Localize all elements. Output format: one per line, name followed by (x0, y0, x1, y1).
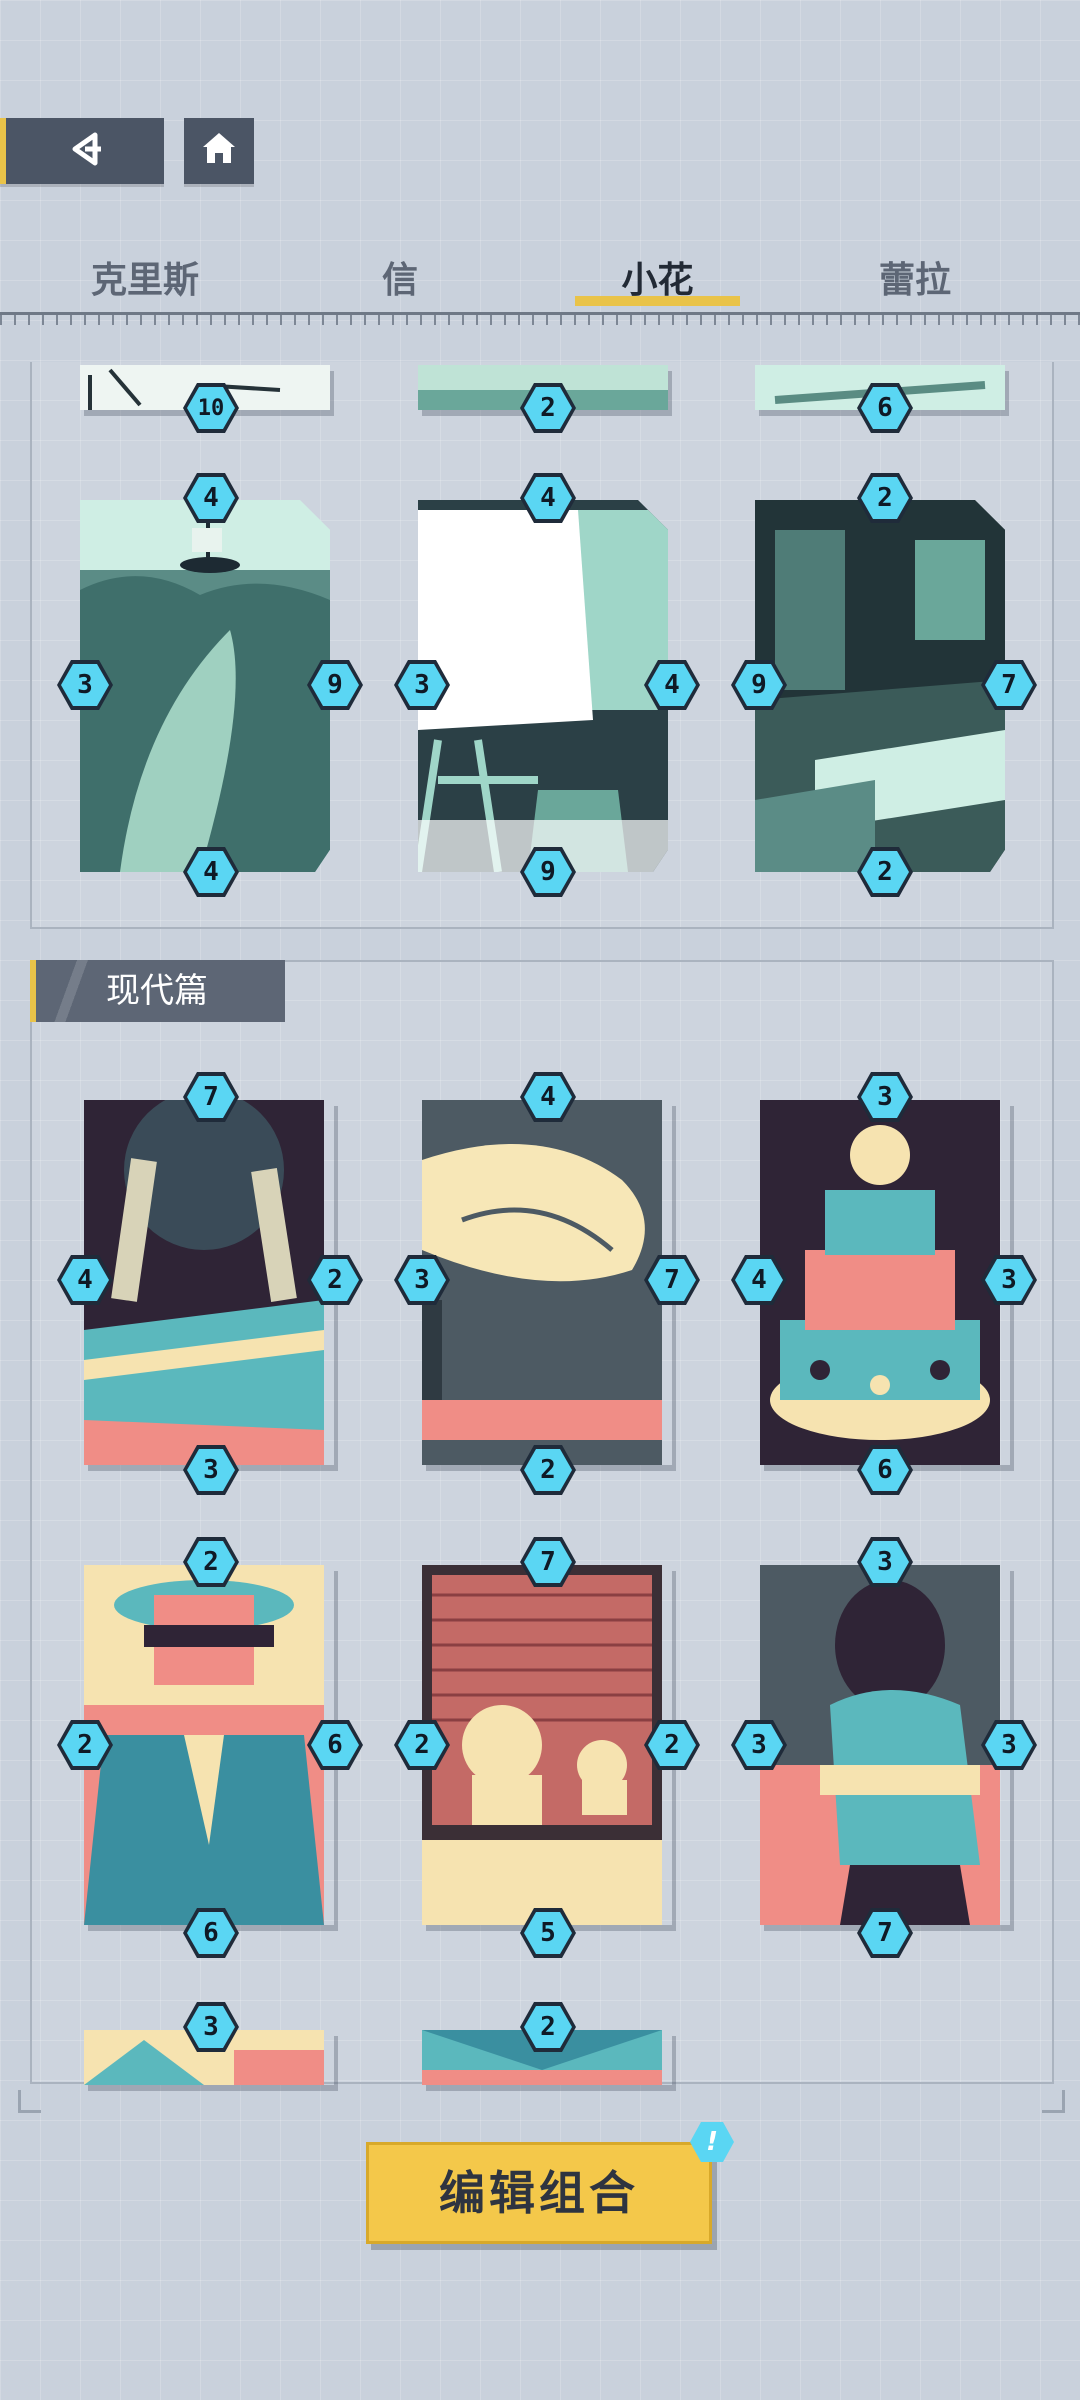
section-title-text: 现代篇 (106, 971, 208, 1011)
tab-ruler-divider (0, 312, 1080, 333)
chevron-decoration-icon (48, 960, 98, 1022)
easel-card[interactable] (418, 500, 668, 872)
frame-corner (1042, 2090, 1065, 2113)
tab-xin[interactable]: 信 (315, 250, 485, 312)
girl-at-window-card[interactable] (760, 1565, 1010, 1925)
back-arrow-icon (65, 129, 105, 173)
section-title: 现代篇 (30, 960, 285, 1022)
masked-man-card[interactable] (84, 1565, 334, 1925)
tab-chris[interactable]: 克里斯 (60, 250, 230, 312)
flowers-window-card[interactable] (422, 1565, 672, 1925)
two-people-running-card[interactable] (84, 1100, 334, 1465)
back-button[interactable] (0, 118, 164, 184)
frame-corner (18, 2090, 41, 2113)
hands-card[interactable] (422, 1100, 672, 1465)
cake-card[interactable] (760, 1100, 1010, 1465)
tab-laila[interactable]: 蕾拉 (830, 250, 1000, 312)
home-icon (199, 129, 239, 173)
character-tabs: 克里斯 信 小花 蕾拉 (0, 250, 1080, 312)
home-button[interactable] (184, 118, 254, 184)
classroom-card[interactable] (755, 500, 1005, 872)
edit-combination-button[interactable]: 编辑组合 (366, 2142, 712, 2244)
tab-xiaohua[interactable]: 小花 (575, 250, 740, 312)
whale-ship-card[interactable] (80, 500, 330, 872)
